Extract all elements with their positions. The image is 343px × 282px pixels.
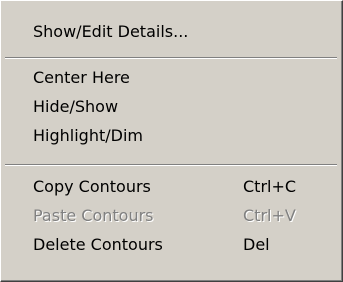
menu-item-label: Paste Contours bbox=[33, 206, 154, 225]
menu-item-copy-contours[interactable]: Copy Contours Ctrl+C bbox=[3, 173, 339, 201]
menu-item-label: Center Here bbox=[33, 68, 130, 87]
menu-item-hide-show[interactable]: Hide/Show bbox=[3, 93, 339, 121]
menu-item-highlight-dim[interactable]: Highlight/Dim bbox=[3, 122, 339, 150]
menu-item-paste-contours: Paste Contours Ctrl+V bbox=[3, 202, 339, 230]
menu-separator bbox=[5, 164, 337, 166]
menu-item-label: Highlight/Dim bbox=[33, 126, 143, 145]
context-menu: Show/Edit Details... Center Here Hide/Sh… bbox=[0, 0, 343, 282]
menu-item-shortcut: Ctrl+C bbox=[243, 177, 297, 196]
menu-item-delete-contours[interactable]: Delete Contours Del bbox=[3, 231, 339, 259]
menu-item-center-here[interactable]: Center Here bbox=[3, 64, 339, 92]
menu-item-label: Show/Edit Details... bbox=[33, 22, 189, 41]
menu-item-show-edit-details[interactable]: Show/Edit Details... bbox=[3, 18, 339, 46]
menu-item-label: Copy Contours bbox=[33, 177, 151, 196]
menu-item-shortcut: Ctrl+V bbox=[243, 206, 296, 225]
menu-separator bbox=[5, 57, 337, 59]
menu-item-shortcut: Del bbox=[243, 235, 270, 254]
menu-item-label: Hide/Show bbox=[33, 97, 119, 116]
menu-item-label: Delete Contours bbox=[33, 235, 163, 254]
